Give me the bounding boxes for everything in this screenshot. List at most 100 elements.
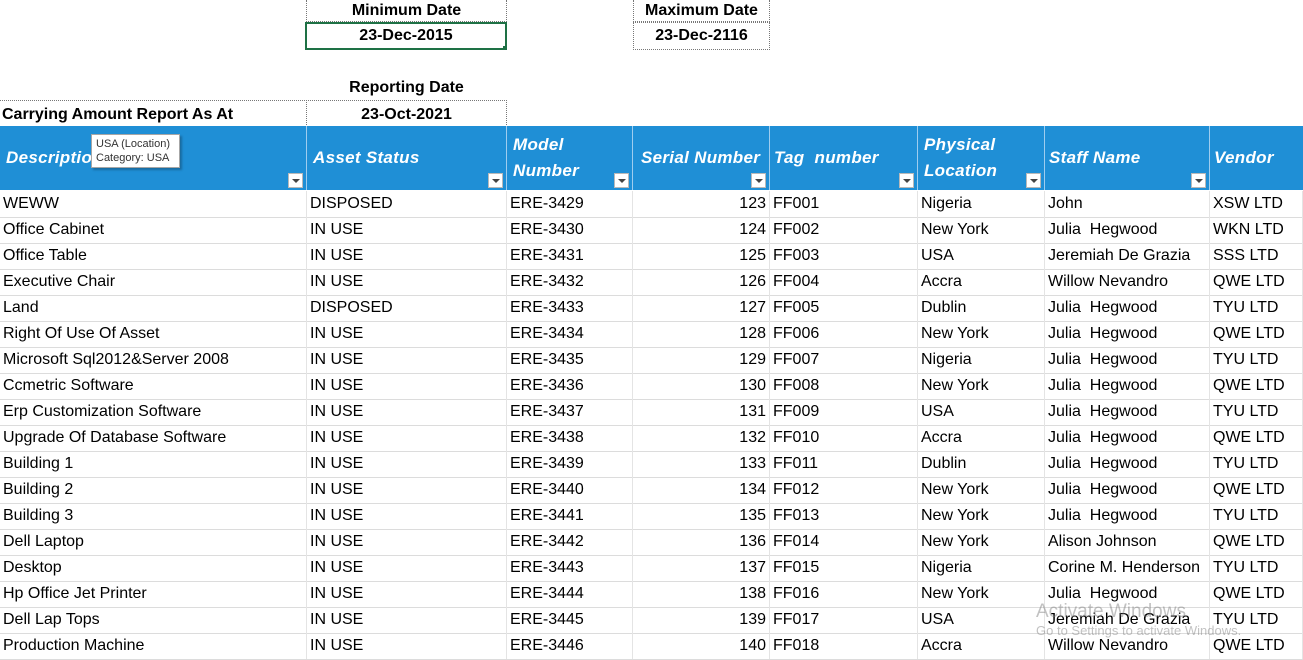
- cell-description[interactable]: Microsoft Sql2012&Server 2008: [0, 347, 307, 373]
- cell-serial-number[interactable]: 126: [633, 269, 770, 295]
- cell-physical-location[interactable]: New York: [918, 581, 1045, 607]
- cell-vendor[interactable]: XSW LTD: [1210, 191, 1303, 217]
- cell-vendor[interactable]: TYU LTD: [1210, 451, 1303, 477]
- cell-serial-number[interactable]: 125: [633, 243, 770, 269]
- cell-description[interactable]: Dell Lap Tops: [0, 607, 307, 633]
- cell-model-number[interactable]: ERE-3442: [507, 529, 633, 555]
- cell-staff-name[interactable]: Julia Hegwood: [1045, 399, 1210, 425]
- cell-asset-status[interactable]: IN USE: [307, 217, 507, 243]
- cell-asset-status[interactable]: IN USE: [307, 321, 507, 347]
- cell-description[interactable]: Right Of Use Of Asset: [0, 321, 307, 347]
- cell-asset-status[interactable]: IN USE: [307, 425, 507, 451]
- min-date-value-cell[interactable]: 23-Dec-2015: [305, 22, 507, 50]
- cell-model-number[interactable]: ERE-3429: [507, 191, 633, 217]
- cell-physical-location[interactable]: USA: [918, 607, 1045, 633]
- cell-asset-status[interactable]: IN USE: [307, 633, 507, 659]
- max-date-value[interactable]: 23-Dec-2116: [633, 22, 770, 50]
- cell-vendor[interactable]: QWE LTD: [1210, 321, 1303, 347]
- cell-tag-number[interactable]: FF010: [770, 425, 918, 451]
- cell-asset-status[interactable]: IN USE: [307, 477, 507, 503]
- cell-model-number[interactable]: ERE-3431: [507, 243, 633, 269]
- cell-model-number[interactable]: ERE-3443: [507, 555, 633, 581]
- fill-handle[interactable]: [502, 45, 505, 48]
- cell-description[interactable]: Upgrade Of Database Software: [0, 425, 307, 451]
- cell-serial-number[interactable]: 129: [633, 347, 770, 373]
- cell-tag-number[interactable]: FF003: [770, 243, 918, 269]
- cell-tag-number[interactable]: FF007: [770, 347, 918, 373]
- cell-description[interactable]: Dell Laptop: [0, 529, 307, 555]
- cell-tag-number[interactable]: FF004: [770, 269, 918, 295]
- cell-physical-location[interactable]: Nigeria: [918, 191, 1045, 217]
- col-header-serial-number[interactable]: Serial Number: [633, 126, 770, 190]
- cell-staff-name[interactable]: Corine M. Henderson: [1045, 555, 1210, 581]
- max-date-label[interactable]: Maximum Date: [633, 0, 770, 22]
- cell-physical-location[interactable]: New York: [918, 217, 1045, 243]
- cell-model-number[interactable]: ERE-3445: [507, 607, 633, 633]
- cell-description[interactable]: Executive Chair: [0, 269, 307, 295]
- filter-dropdown-icon[interactable]: [488, 173, 503, 188]
- cell-staff-name[interactable]: Julia Hegwood: [1045, 425, 1210, 451]
- cell-serial-number[interactable]: 137: [633, 555, 770, 581]
- cell-tag-number[interactable]: FF014: [770, 529, 918, 555]
- cell-vendor[interactable]: SSS LTD: [1210, 243, 1303, 269]
- filter-dropdown-icon[interactable]: [899, 173, 914, 188]
- cell-serial-number[interactable]: 135: [633, 503, 770, 529]
- cell-description[interactable]: Production Machine: [0, 633, 307, 659]
- cell-description[interactable]: Building 3: [0, 503, 307, 529]
- cell-physical-location[interactable]: New York: [918, 373, 1045, 399]
- cell-asset-status[interactable]: IN USE: [307, 399, 507, 425]
- cell-asset-status[interactable]: DISPOSED: [307, 191, 507, 217]
- cell-description[interactable]: Office Table: [0, 243, 307, 269]
- col-header-physical-location[interactable]: Physical Location: [918, 126, 1045, 190]
- cell-description[interactable]: WEWW: [0, 191, 307, 217]
- cell-tag-number[interactable]: FF018: [770, 633, 918, 659]
- cell-model-number[interactable]: ERE-3438: [507, 425, 633, 451]
- report-title[interactable]: Carrying Amount Report As At: [0, 100, 307, 127]
- cell-physical-location[interactable]: New York: [918, 477, 1045, 503]
- cell-vendor[interactable]: QWE LTD: [1210, 373, 1303, 399]
- cell-vendor[interactable]: QWE LTD: [1210, 477, 1303, 503]
- cell-description[interactable]: Building 2: [0, 477, 307, 503]
- cell-physical-location[interactable]: Accra: [918, 269, 1045, 295]
- cell-physical-location[interactable]: USA: [918, 243, 1045, 269]
- filter-dropdown-icon[interactable]: [1191, 173, 1206, 188]
- cell-description[interactable]: Office Cabinet: [0, 217, 307, 243]
- cell-serial-number[interactable]: 140: [633, 633, 770, 659]
- cell-asset-status[interactable]: IN USE: [307, 503, 507, 529]
- cell-tag-number[interactable]: FF001: [770, 191, 918, 217]
- cell-serial-number[interactable]: 134: [633, 477, 770, 503]
- filter-dropdown-icon[interactable]: [751, 173, 766, 188]
- min-date-label[interactable]: Minimum Date: [306, 0, 507, 22]
- cell-physical-location[interactable]: Accra: [918, 633, 1045, 659]
- cell-vendor[interactable]: QWE LTD: [1210, 269, 1303, 295]
- cell-model-number[interactable]: ERE-3436: [507, 373, 633, 399]
- cell-vendor[interactable]: QWE LTD: [1210, 529, 1303, 555]
- cell-physical-location[interactable]: New York: [918, 529, 1045, 555]
- cell-serial-number[interactable]: 128: [633, 321, 770, 347]
- cell-model-number[interactable]: ERE-3430: [507, 217, 633, 243]
- cell-physical-location[interactable]: USA: [918, 399, 1045, 425]
- cell-tag-number[interactable]: FF005: [770, 295, 918, 321]
- cell-physical-location[interactable]: New York: [918, 503, 1045, 529]
- cell-asset-status[interactable]: DISPOSED: [307, 295, 507, 321]
- col-header-vendor[interactable]: Vendor: [1210, 126, 1303, 190]
- reporting-date-label[interactable]: Reporting Date: [306, 77, 507, 101]
- cell-asset-status[interactable]: IN USE: [307, 269, 507, 295]
- cell-staff-name[interactable]: Julia Hegwood: [1045, 477, 1210, 503]
- cell-physical-location[interactable]: Dublin: [918, 295, 1045, 321]
- cell-serial-number[interactable]: 127: [633, 295, 770, 321]
- cell-model-number[interactable]: ERE-3435: [507, 347, 633, 373]
- filter-dropdown-icon[interactable]: [614, 173, 629, 188]
- cell-staff-name[interactable]: Julia Hegwood: [1045, 217, 1210, 243]
- cell-model-number[interactable]: ERE-3446: [507, 633, 633, 659]
- cell-tag-number[interactable]: FF011: [770, 451, 918, 477]
- cell-serial-number[interactable]: 132: [633, 425, 770, 451]
- cell-physical-location[interactable]: Dublin: [918, 451, 1045, 477]
- cell-serial-number[interactable]: 131: [633, 399, 770, 425]
- cell-asset-status[interactable]: IN USE: [307, 347, 507, 373]
- cell-asset-status[interactable]: IN USE: [307, 529, 507, 555]
- cell-physical-location[interactable]: Accra: [918, 425, 1045, 451]
- cell-serial-number[interactable]: 124: [633, 217, 770, 243]
- cell-staff-name[interactable]: Julia Hegwood: [1045, 503, 1210, 529]
- cell-staff-name[interactable]: Julia Hegwood: [1045, 321, 1210, 347]
